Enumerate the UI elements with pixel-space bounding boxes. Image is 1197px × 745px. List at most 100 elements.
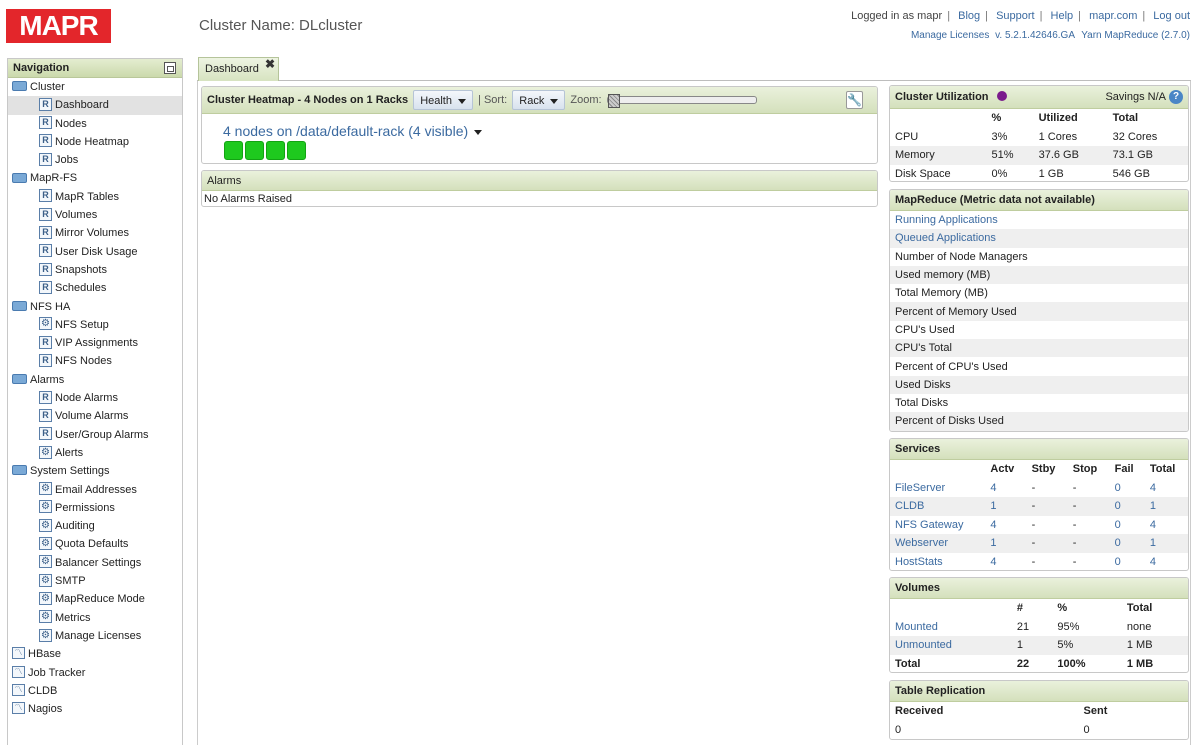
nav-item-volumes[interactable]: R Volumes	[8, 206, 182, 224]
table-cell[interactable]: 4	[985, 553, 1026, 571]
nav-item-mirror-volumes[interactable]: R Mirror Volumes	[8, 224, 182, 242]
table-cell[interactable]: 1	[1144, 534, 1188, 553]
nav-item-label: Email Addresses	[55, 483, 137, 496]
zoom-slider[interactable]	[606, 94, 757, 109]
nav-item-user-disk-usage[interactable]: R User Disk Usage	[8, 243, 182, 261]
nav-item-mapreduce-mode[interactable]: ⚙ MapReduce Mode	[8, 590, 182, 608]
table-cell[interactable]: 0	[1109, 497, 1145, 516]
nav-item-smtp[interactable]: ⚙ SMTP	[8, 572, 182, 590]
nav-item-cluster[interactable]: Cluster	[8, 78, 182, 96]
support-link[interactable]: Support	[996, 10, 1035, 22]
table-cell[interactable]: 1	[985, 497, 1027, 516]
cluster-utilization-panel: Cluster Utilization Savings N/A? % Utiliz…	[889, 85, 1189, 182]
table-cell[interactable]: Webserver	[890, 534, 986, 553]
table-cell[interactable]: 0	[1109, 534, 1145, 553]
table-cell[interactable]: HostStats	[890, 553, 985, 571]
folder-icon	[12, 81, 27, 92]
nav-item-mapr-tables[interactable]: R MapR Tables	[8, 188, 182, 206]
yarn-mapreduce-link[interactable]: Yarn MapReduce (2.7.0)	[1081, 30, 1190, 41]
nav-item-nfs-nodes[interactable]: R NFS Nodes	[8, 352, 182, 370]
table-cell[interactable]: Unmounted	[890, 636, 1012, 655]
nav-item-permissions[interactable]: ⚙ Permissions	[8, 499, 182, 517]
metric-label[interactable]: Queued Applications	[890, 229, 1188, 248]
nav-item-node-heatmap[interactable]: R Node Heatmap	[8, 133, 182, 151]
close-icon[interactable]: ✖	[265, 57, 275, 71]
metric-label: Number of Node Managers	[895, 250, 1028, 263]
help-icon[interactable]: ?	[1169, 90, 1183, 105]
nav-item-vip-assignments[interactable]: R VIP Assignments	[8, 334, 182, 352]
nav-item-auditing[interactable]: ⚙ Auditing	[8, 517, 182, 535]
table-row: Percent of CPU's Used	[890, 357, 1188, 375]
replication-table: Received Sent 00	[890, 702, 1188, 739]
node-tile[interactable]	[266, 141, 285, 160]
mapr-com-link[interactable]: mapr.com	[1089, 10, 1137, 22]
nav-item-job-tracker[interactable]: 〽 Job Tracker	[8, 664, 182, 682]
nav-item-metrics[interactable]: ⚙ Metrics	[8, 609, 182, 627]
blog-link[interactable]: Blog	[958, 10, 980, 22]
table-cell[interactable]: FileServer	[890, 479, 985, 498]
table-cell[interactable]: 0	[1110, 479, 1145, 498]
mapr-logo[interactable]: MAPR	[6, 9, 111, 43]
logout-link[interactable]: Log out	[1153, 10, 1190, 22]
nav-item-quota-defaults[interactable]: ⚙ Quota Defaults	[8, 535, 182, 553]
nav-item-dashboard[interactable]: R Dashboard	[8, 96, 182, 115]
table-cell[interactable]: 1	[1144, 497, 1188, 516]
nav-item-balancer-settings[interactable]: ⚙ Balancer Settings	[8, 554, 182, 572]
table-cell[interactable]: Mounted	[890, 618, 1012, 637]
rack-label: 4 nodes on /data/default-rack (4 visible…	[223, 123, 469, 139]
help-link[interactable]: Help	[1051, 10, 1074, 22]
metric-label[interactable]: Running Applications	[890, 211, 1188, 229]
table-cell[interactable]: 4	[1145, 516, 1188, 535]
status-dot-icon	[996, 91, 1007, 102]
table-cell: 546 GB	[1112, 167, 1150, 180]
nav-item-nfs-setup[interactable]: ⚙ NFS Setup	[8, 316, 182, 334]
table-cell[interactable]: 4	[985, 479, 1026, 498]
table-row: Unmounted 1 5% 1 MB	[890, 636, 1188, 655]
node-tile[interactable]	[287, 141, 306, 160]
logged-in-text: Logged in as mapr	[851, 10, 943, 22]
table-cell: Disk Space	[895, 167, 951, 180]
table-cell[interactable]: 0	[1110, 516, 1145, 535]
popout-icon[interactable]	[164, 62, 176, 74]
table-cell[interactable]: 4	[1145, 479, 1188, 498]
folder-icon	[12, 172, 27, 183]
top-bar: MAPR Cluster Name: DLcluster Logged in a…	[0, 0, 1197, 56]
nav-item-nodes[interactable]: R Nodes	[8, 115, 182, 133]
node-tile[interactable]	[224, 141, 243, 160]
nav-item-alerts[interactable]: ⚙ Alerts	[8, 444, 182, 462]
nav-item-system-settings[interactable]: System Settings	[8, 462, 182, 480]
services-header: Services	[890, 439, 1188, 460]
nav-item-jobs[interactable]: R Jobs	[8, 151, 182, 169]
nav-item-user-group-alarms[interactable]: R User/Group Alarms	[8, 426, 182, 444]
health-dropdown[interactable]: Health	[413, 90, 473, 111]
table-cell[interactable]: CLDB	[890, 497, 986, 516]
nav-item-volume-alarms[interactable]: R Volume Alarms	[8, 407, 182, 425]
nav-item-manage-licenses[interactable]: ⚙ Manage Licenses	[8, 627, 182, 645]
table-cell: 0	[1083, 723, 1090, 736]
table-cell[interactable]: NFS Gateway	[890, 516, 985, 535]
nav-item-hbase[interactable]: 〽 HBase	[8, 645, 182, 663]
nav-item-label: Cluster	[30, 81, 65, 93]
nav-item-mapr-fs[interactable]: MapR-FS	[8, 169, 182, 187]
nav-item-snapshots[interactable]: R Snapshots	[8, 261, 182, 279]
manage-licenses-link[interactable]: Manage Licenses	[911, 30, 989, 41]
nav-item-cldb[interactable]: 〽 CLDB	[8, 682, 182, 700]
table-cell[interactable]: 4	[1145, 553, 1188, 571]
nav-item-nfs-ha[interactable]: NFS HA	[8, 298, 182, 316]
top-links: Logged in as mapr | Blog | Support | Help | …	[851, 10, 1190, 22]
column-header: Stby	[1031, 463, 1056, 476]
rack-expander[interactable]: 4 nodes on /data/default-rack (4 visible…	[223, 123, 483, 139]
nav-item-node-alarms[interactable]: R Node Alarms	[8, 389, 182, 407]
nav-item-nagios[interactable]: 〽 Nagios	[8, 700, 182, 718]
wrench-icon[interactable]: 🔧	[846, 91, 863, 109]
nav-item-email-addresses[interactable]: ⚙ Email Addresses	[8, 481, 182, 499]
tab-dashboard[interactable]: Dashboard ✖	[198, 57, 279, 81]
table-cell: -	[1067, 534, 1110, 553]
table-cell[interactable]: 4	[985, 516, 1026, 535]
table-cell[interactable]: 0	[1110, 553, 1145, 571]
nav-item-alarms[interactable]: Alarms	[8, 371, 182, 389]
rack-sort-dropdown[interactable]: Rack	[512, 90, 566, 111]
node-tile[interactable]	[245, 141, 264, 160]
nav-item-schedules[interactable]: R Schedules	[8, 279, 182, 297]
table-cell[interactable]: 1	[985, 534, 1027, 553]
